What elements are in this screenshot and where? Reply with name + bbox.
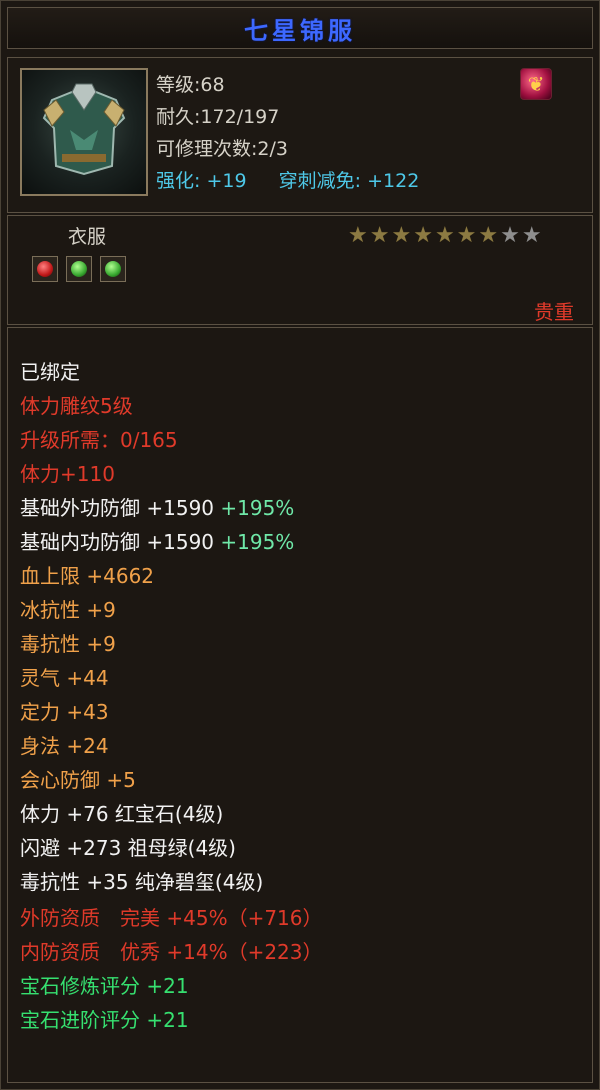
hp-max-stat: 血上限 +4662 xyxy=(20,564,155,588)
focus-stat: 定力 +43 xyxy=(20,700,109,724)
star-rating: ★ ★ ★ ★ ★ ★ ★ ★ ★ xyxy=(348,224,542,248)
level-text: 等级:68 xyxy=(156,74,225,96)
star-icon: ★ xyxy=(478,223,499,248)
green-gem-icon xyxy=(66,256,92,282)
stamina-bonus: 体力+110 xyxy=(20,462,115,486)
poison-resist-stat: 毒抗性 +9 xyxy=(20,632,116,656)
star-icon: ★ xyxy=(391,223,412,248)
engrave-text: 体力雕纹5级 xyxy=(20,394,133,418)
star-empty-icon: ★ xyxy=(500,223,520,248)
gem-advance-score: 宝石进阶评分 +21 xyxy=(20,1008,189,1032)
outer-defense-pct: +195% xyxy=(220,496,295,520)
star-icon: ★ xyxy=(369,223,390,248)
item-type-text: 衣服 xyxy=(68,226,107,248)
gem-training-score: 宝石修炼评分 +21 xyxy=(20,974,189,998)
inner-defense-pct: +195% xyxy=(220,530,295,554)
item-type-panel: 衣服 ★ ★ ★ ★ ★ ★ ★ ★ ★ 贵重 xyxy=(7,215,593,325)
rarity-label: 贵重 xyxy=(534,300,574,324)
stats-panel: 已绑定 体力雕纹5级 升级所需：0/165 体力+110 基础外功防御 +159… xyxy=(7,327,593,1083)
outer-defense-row: 基础外功防御 +1590 +195% xyxy=(20,492,294,521)
flame-icon: ❦ xyxy=(520,68,552,100)
crit-defense-stat: 会心防御 +5 xyxy=(20,768,136,792)
enhance-label: 强化: xyxy=(156,170,201,192)
outer-defense-quality: 外防资质 完美 +45%（+716） xyxy=(20,906,323,930)
ice-resist-stat: 冰抗性 +9 xyxy=(20,598,116,622)
outer-defense-base: 基础外功防御 +1590 xyxy=(20,496,215,520)
star-icon: ★ xyxy=(348,223,368,248)
star-icon: ★ xyxy=(456,223,477,248)
star-icon: ★ xyxy=(434,223,455,248)
bound-status: 已绑定 xyxy=(20,360,80,384)
pierce-label: 穿刺减免: xyxy=(278,170,362,192)
green-gem-icon xyxy=(100,256,126,282)
red-gem-icon xyxy=(32,256,58,282)
inner-defense-base: 基础内功防御 +1590 xyxy=(20,530,215,554)
repair-count-text: 可修理次数:2/3 xyxy=(156,138,288,160)
durability-text: 耐久:172/197 xyxy=(156,106,280,128)
star-icon: ★ xyxy=(413,223,433,248)
pierce-value: +122 xyxy=(367,170,420,192)
item-title: 七星锦服 xyxy=(244,16,356,45)
agility-stat: 身法 +24 xyxy=(20,734,109,758)
gem-stat-3: 毒抗性 +35 纯净碧玺(4级) xyxy=(20,870,264,894)
inner-defense-row: 基础内功防御 +1590 +195% xyxy=(20,526,294,555)
spirit-stat: 灵气 +44 xyxy=(20,666,109,690)
item-info-panel: 等级:68 耐久:172/197 可修理次数:2/3 强化: +19 穿刺减免:… xyxy=(7,57,593,213)
gem-stat-2: 闪避 +273 祖母绿(4级) xyxy=(20,836,236,860)
armor-icon xyxy=(20,68,148,196)
enhance-stat: 强化: +19 穿刺减免: +122 xyxy=(156,166,419,193)
title-bar: 七星锦服 xyxy=(7,7,593,49)
item-tooltip: 七星锦服 等级:68 耐久:172/197 可修理次数:2/3 强化: +19 … xyxy=(0,0,600,1090)
star-empty-icon: ★ xyxy=(521,223,542,248)
gem-stat-1: 体力 +76 红宝石(4级) xyxy=(20,802,224,826)
inner-defense-quality: 内防资质 优秀 +14%（+223） xyxy=(20,940,323,964)
enhance-value: +19 xyxy=(206,170,247,192)
upgrade-requirement: 升级所需：0/165 xyxy=(20,428,178,452)
